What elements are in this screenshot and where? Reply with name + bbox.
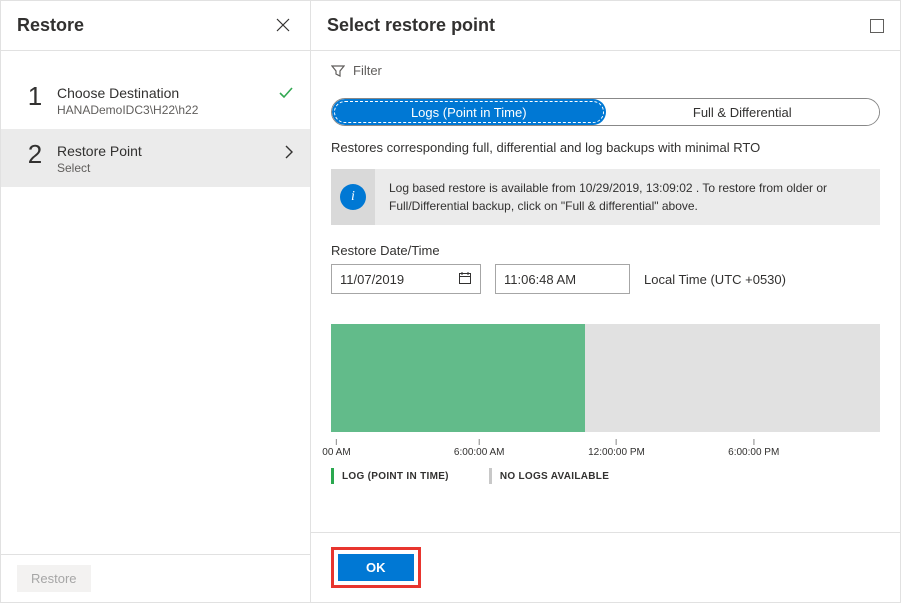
toggle-full-differential[interactable]: Full & Differential xyxy=(606,99,880,125)
left-panel: Restore 1 Choose Destination HANADemoIDC… xyxy=(1,1,311,602)
step-title: Choose Destination xyxy=(57,85,294,101)
toggle-logs[interactable]: Logs (Point in Time) xyxy=(332,99,606,125)
time-input[interactable]: 11:06:48 AM xyxy=(495,264,630,294)
left-header: Restore xyxy=(1,1,310,51)
info-icon-wrap: i xyxy=(331,169,375,225)
content-area: Logs (Point in Time) Full & Differential… xyxy=(311,90,900,532)
right-title: Select restore point xyxy=(327,15,495,36)
timeline-unavailable-segment xyxy=(585,324,880,432)
step-subtitle: Select xyxy=(57,161,294,175)
timeline-legend: LOG (POINT IN TIME) NO LOGS AVAILABLE xyxy=(331,464,880,484)
ok-button[interactable]: OK xyxy=(338,554,414,581)
legend-item-logs: LOG (POINT IN TIME) xyxy=(331,468,449,484)
left-title: Restore xyxy=(17,15,84,36)
close-icon[interactable] xyxy=(272,13,294,39)
timeline-bar[interactable] xyxy=(331,324,880,432)
datetime-label: Restore Date/Time xyxy=(331,243,880,258)
legend-swatch xyxy=(489,468,492,484)
legend-swatch xyxy=(331,468,334,484)
info-text: Log based restore is available from 10/2… xyxy=(375,169,880,225)
maximize-icon[interactable] xyxy=(870,19,884,33)
app-root: Restore 1 Choose Destination HANADemoIDC… xyxy=(0,0,901,603)
step-number: 2 xyxy=(17,141,53,167)
timezone-label: Local Time (UTC +0530) xyxy=(644,272,786,287)
step-subtitle: HANADemoIDC3\H22\h22 xyxy=(57,103,294,117)
restore-description: Restores corresponding full, differentia… xyxy=(331,140,880,155)
timeline-axis: 00 AM 6:00:00 AM 12:00:00 PM 6:00:00 PM xyxy=(331,438,880,464)
legend-item-nologs: NO LOGS AVAILABLE xyxy=(489,468,609,484)
calendar-icon xyxy=(458,271,472,288)
filter-icon xyxy=(331,64,345,78)
filter-label: Filter xyxy=(353,63,382,78)
legend-label: LOG (POINT IN TIME) xyxy=(342,471,449,482)
step-restore-point[interactable]: 2 Restore Point Select xyxy=(1,129,310,187)
axis-tick: 6:00:00 AM xyxy=(454,439,505,458)
legend-label: NO LOGS AVAILABLE xyxy=(500,471,609,482)
axis-tick: 00 AM xyxy=(322,439,350,458)
chevron-right-icon xyxy=(284,145,294,162)
ok-highlight: OK xyxy=(331,547,421,588)
datetime-row: 11/07/2019 11:06:48 AM Local Time (UTC +… xyxy=(331,264,880,294)
date-input[interactable]: 11/07/2019 xyxy=(331,264,481,294)
step-number: 1 xyxy=(17,83,53,109)
restore-button: Restore xyxy=(17,565,91,592)
timeline-chart: 00 AM 6:00:00 AM 12:00:00 PM 6:00:00 PM … xyxy=(331,324,880,484)
checkmark-icon xyxy=(278,85,294,104)
filter-button[interactable]: Filter xyxy=(311,51,900,90)
axis-tick: 6:00:00 PM xyxy=(728,439,779,458)
step-choose-destination[interactable]: 1 Choose Destination HANADemoIDC3\H22\h2… xyxy=(1,71,310,129)
date-value: 11/07/2019 xyxy=(340,272,404,287)
axis-tick: 12:00:00 PM xyxy=(588,439,645,458)
step-title: Restore Point xyxy=(57,143,294,159)
time-value: 11:06:48 AM xyxy=(504,272,576,287)
left-footer: Restore xyxy=(1,554,310,602)
restore-type-toggle: Logs (Point in Time) Full & Differential xyxy=(331,98,880,126)
right-header: Select restore point xyxy=(311,1,900,51)
right-footer: OK xyxy=(311,532,900,602)
info-banner: i Log based restore is available from 10… xyxy=(331,169,880,225)
info-icon: i xyxy=(340,184,366,210)
timeline-available-segment xyxy=(331,324,585,432)
right-panel: Select restore point Filter Logs (Point … xyxy=(311,1,900,602)
wizard-steps: 1 Choose Destination HANADemoIDC3\H22\h2… xyxy=(1,51,310,554)
